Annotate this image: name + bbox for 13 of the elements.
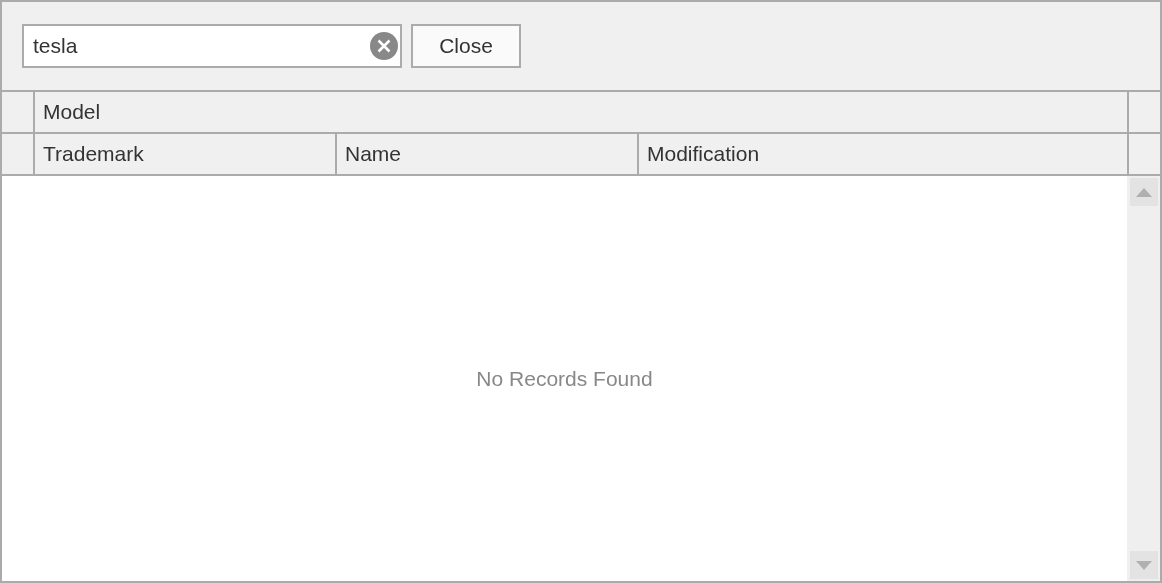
search-field[interactable]: tesla [22,24,402,68]
close-button[interactable]: Close [411,24,521,68]
scroll-up-button[interactable] [1129,178,1158,206]
up-arrow-icon[interactable] [1135,187,1152,197]
clear-icon[interactable] [370,32,398,60]
scroll-down-button[interactable] [1129,551,1158,579]
column-header[interactable]: Modification [639,134,1127,174]
column-header[interactable]: Name [337,134,639,174]
column-header[interactable]: Trademark [35,134,337,174]
down-arrow-icon[interactable] [1135,560,1152,570]
band-header: Model [42,99,102,125]
empty-message: No Records Found [476,366,653,391]
scrollbar[interactable] [1127,176,1160,581]
